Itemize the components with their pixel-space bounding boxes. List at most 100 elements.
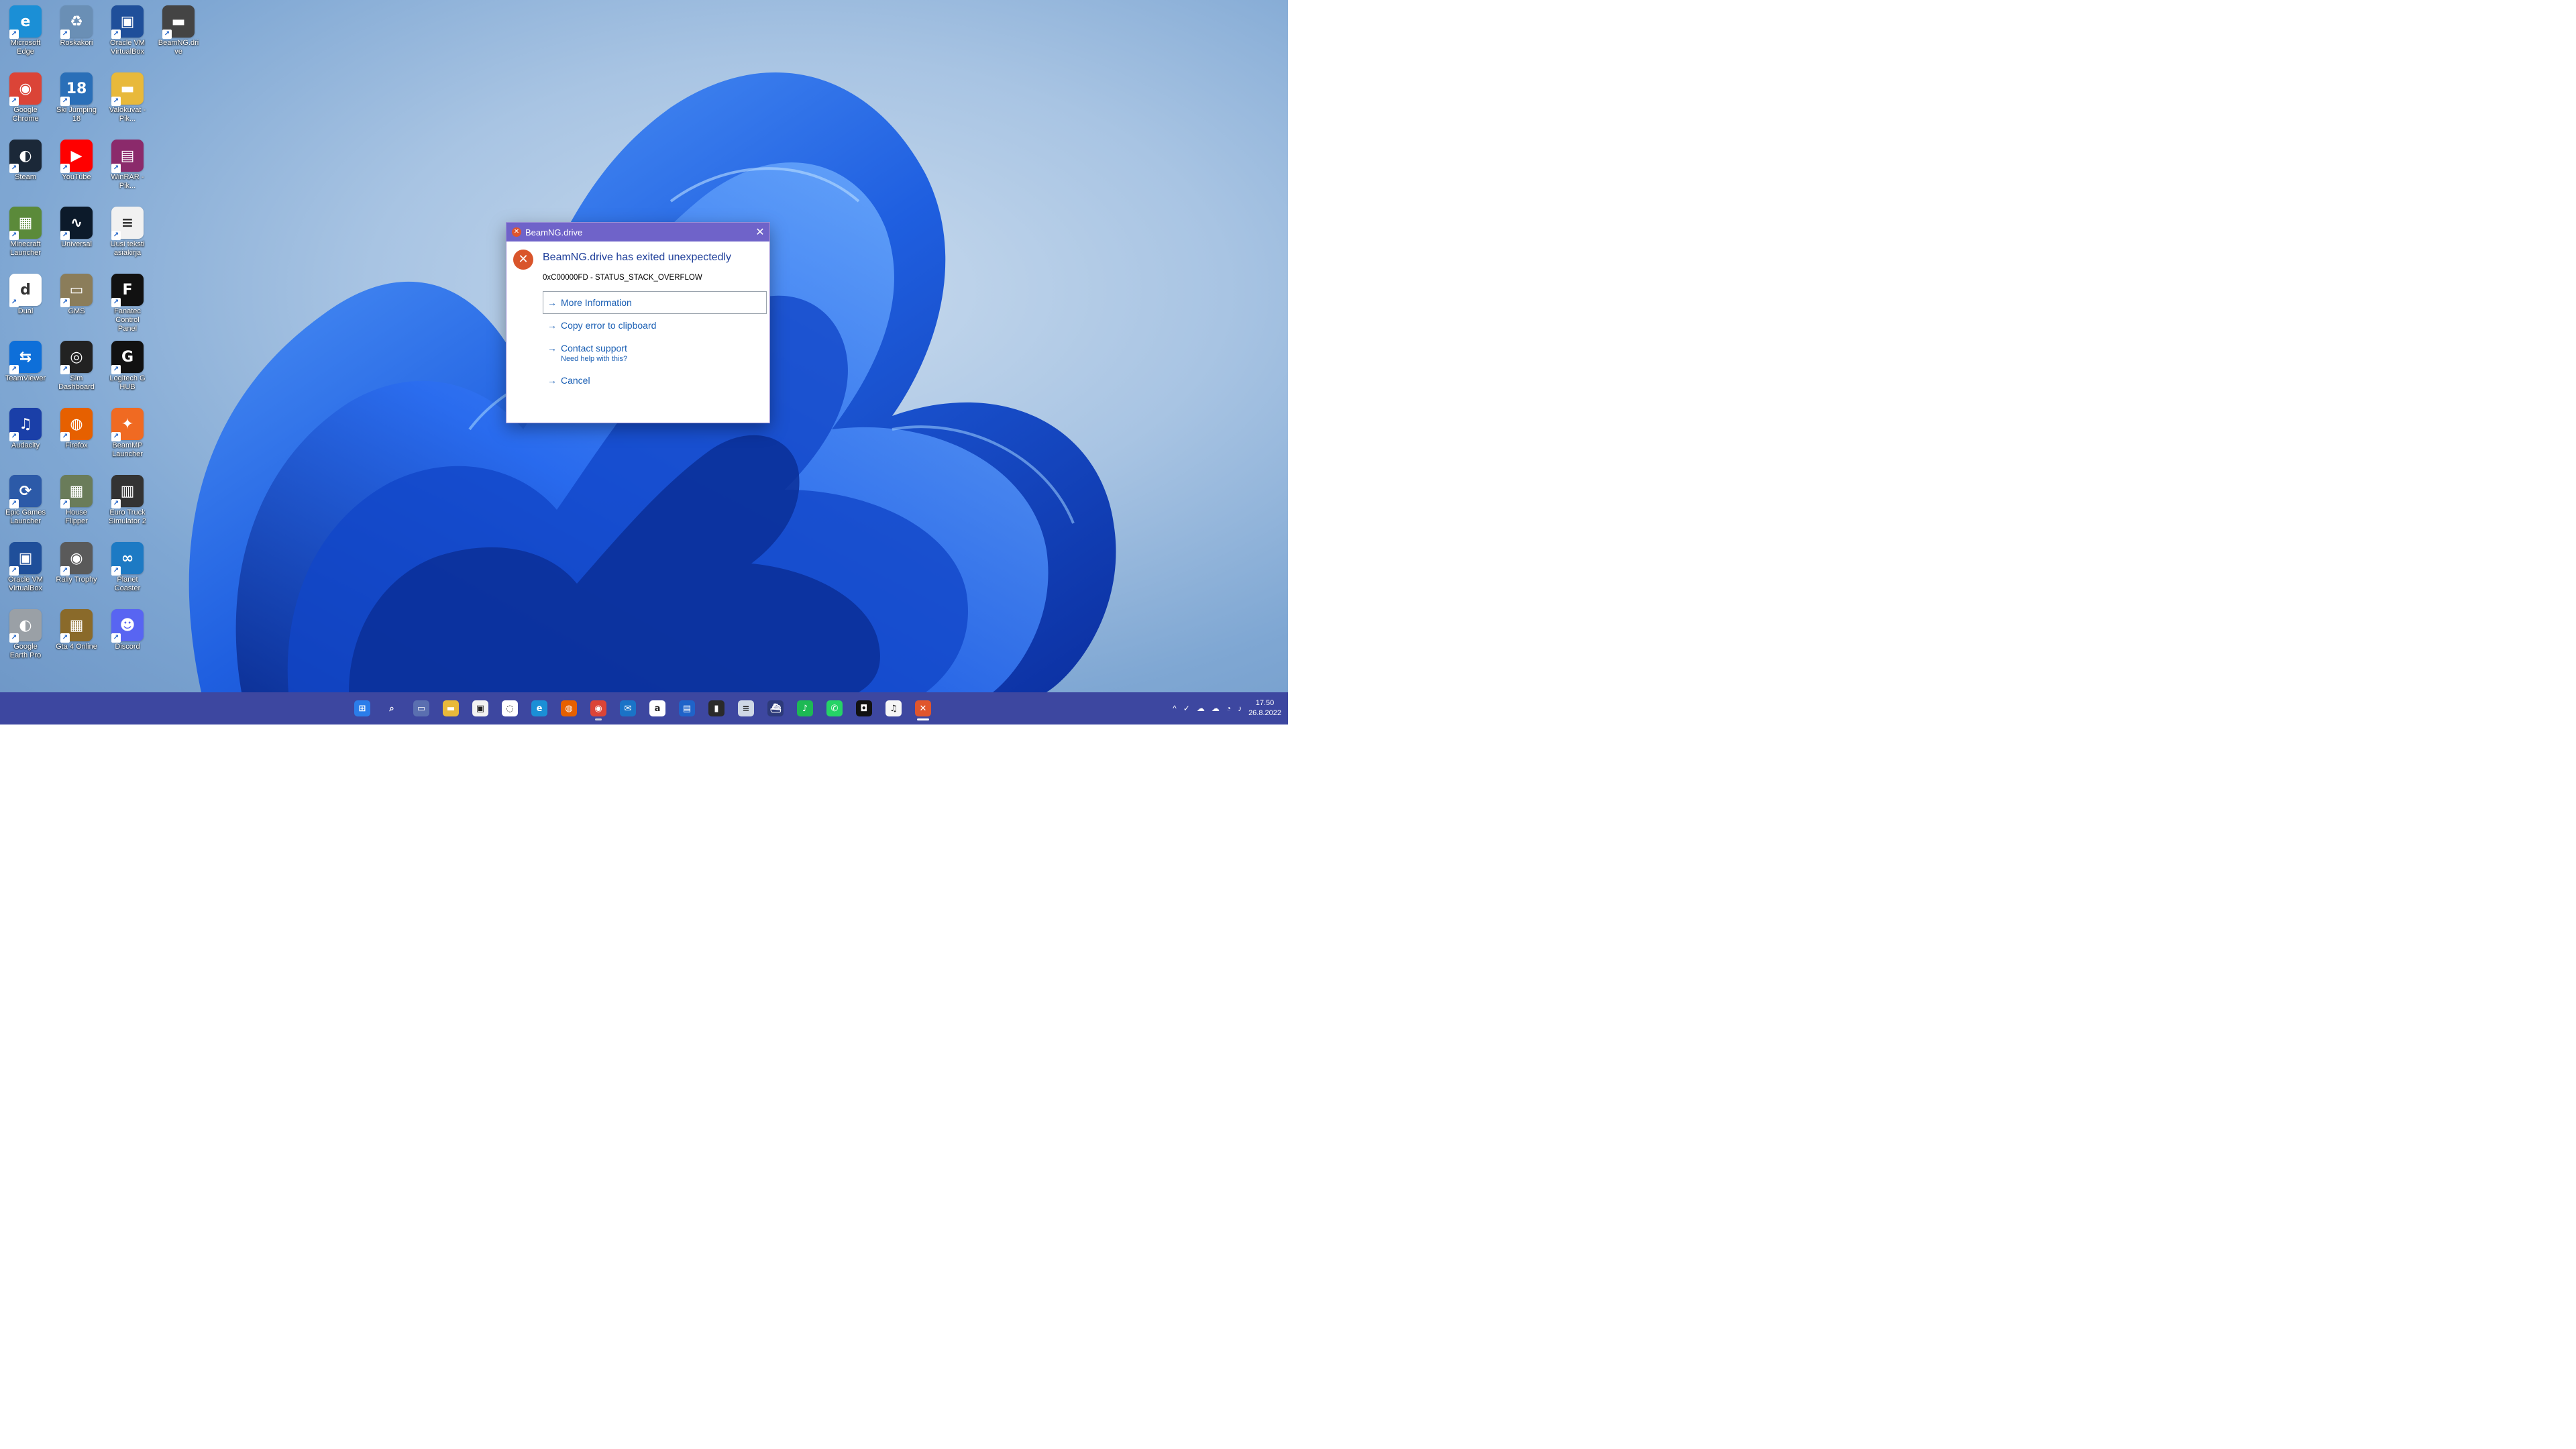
desktop-icon[interactable]: ⇆ ↗ TeamViewer: [3, 338, 48, 402]
shortcut-arrow-icon: ↗: [111, 231, 121, 240]
desktop-icon[interactable]: ♫ ↗ Audacity: [3, 405, 48, 470]
desktop-icon[interactable]: ✦ ↗ BeamMP Launcher: [105, 405, 150, 470]
desktop-icon[interactable]: ▦ ↗ Gta 4 Online: [54, 606, 99, 671]
search-icon: ⌕: [389, 703, 394, 714]
desktop-icon[interactable]: ▬ ↗ BeamNG.drive: [156, 3, 201, 67]
desktop-icon-label: Gta 4 Online: [56, 643, 97, 651]
desktop-icon[interactable]: ∞ ↗ Planet Coaster: [105, 539, 150, 604]
desktop-icon[interactable]: d ↗ Dual: [3, 271, 48, 335]
firefox-button[interactable]: ◍: [557, 696, 581, 720]
start-button[interactable]: ⊞: [350, 696, 374, 720]
truck-game-icon: ▭ ↗: [60, 274, 93, 307]
desktop-icon-label: Ski Jumping 18: [56, 106, 97, 123]
desktop-icon-label: BeamNG.drive: [158, 39, 199, 56]
desktop-icon[interactable]: ◐ ↗ Google Earth Pro: [3, 606, 48, 671]
whatsapp-button[interactable]: ✆: [822, 696, 847, 720]
beamng-taskbar-button[interactable]: ✕: [911, 696, 935, 720]
desktop-icon[interactable]: ▬ ↗ Valokuvat - Pik...: [105, 70, 150, 134]
desktop-icon[interactable]: ▣ ↗ Oracle VM VirtualBox: [105, 3, 150, 67]
desktop-icon[interactable]: ∿ ↗ Universal: [54, 204, 99, 268]
tray-app-icon[interactable]: ✓: [1183, 704, 1190, 713]
camera-app-button[interactable]: ◘: [852, 696, 876, 720]
minecraft-icon: ▦ ↗: [9, 207, 42, 240]
desktop-icon[interactable]: 18 ↗ Ski Jumping 18: [54, 70, 99, 134]
spotify-button[interactable]: ♪: [793, 696, 817, 720]
shortcut-arrow-icon: ↗: [60, 231, 70, 240]
taskbar-app-icon: ▮: [708, 700, 724, 716]
desktop-icon[interactable]: ◉ ↗ Rally Trophy: [54, 539, 99, 604]
desktop-icon[interactable]: ▤ ↗ WinRAR - Pik...: [105, 137, 150, 201]
store-button[interactable]: ▣: [468, 696, 492, 720]
itunes-button[interactable]: ♫: [881, 696, 906, 720]
desktop-icon[interactable]: ◎ ↗ Sim Dashboard: [54, 338, 99, 402]
desktop-icon[interactable]: ☻ ↗ Discord: [105, 606, 150, 671]
cancel-button[interactable]: → Cancel: [543, 369, 767, 392]
contact-support-button[interactable]: → Contact support Need help with this?: [543, 337, 767, 369]
desktop-icon-label: Minecraft Launcher: [10, 240, 41, 257]
shortcut-arrow-icon: ↗: [111, 432, 121, 441]
store-icon: ▣: [472, 700, 488, 716]
desktop-icon[interactable]: ▭ ↗ GMS: [54, 271, 99, 335]
beamng-taskbar-icon: ✕: [915, 700, 931, 716]
cloud-icon[interactable]: ☁: [1212, 704, 1220, 713]
desktop-icon-label: Epic Games Launcher: [5, 508, 46, 525]
desktop-icon-label: Discord: [115, 643, 140, 651]
chat-button[interactable]: ◌: [498, 696, 522, 720]
shortcut-arrow-icon: ↗: [9, 499, 19, 508]
firefox-icon: ◍ ↗: [60, 408, 93, 441]
desktop-icon[interactable]: ▦ ↗ House Flipper: [54, 472, 99, 537]
chrome-icon: ◉: [590, 700, 606, 716]
file-explorer-button[interactable]: ▬: [439, 696, 463, 720]
taskbar-app-button[interactable]: ▮: [704, 696, 729, 720]
shortcut-arrow-icon: ↗: [9, 365, 19, 374]
planet-coaster-icon: ∞ ↗: [111, 542, 144, 576]
dialog-titlebar[interactable]: ✕ BeamNG.drive ✕: [506, 223, 769, 241]
desktop-icon[interactable]: ▥ ↗ Euro Truck Simulator 2: [105, 472, 150, 537]
wifi-icon[interactable]: ◔: [1226, 704, 1231, 713]
show-hidden-icons-icon[interactable]: ^: [1173, 704, 1177, 713]
ship-app-button[interactable]: ⛴: [763, 696, 788, 720]
desktop-icon[interactable]: G ↗ Logitech G HUB: [105, 338, 150, 402]
copy-error-button[interactable]: → Copy error to clipboard: [543, 314, 767, 337]
desktop-icon-label: Microsoft Edge: [10, 39, 41, 56]
desktop-icon[interactable]: e ↗ Microsoft Edge: [3, 3, 48, 67]
amazon-button[interactable]: a: [645, 696, 669, 720]
desktop-icon[interactable]: F ↗ Fanatec Control Panel: [105, 271, 150, 335]
desktop-icon[interactable]: ♻ ↗ Roskakori: [54, 3, 99, 67]
edge-button[interactable]: e: [527, 696, 551, 720]
notepad-button[interactable]: ≡: [734, 696, 758, 720]
desktop-icon[interactable]: ▦ ↗ Minecraft Launcher: [3, 204, 48, 268]
desktop-icon-label: Valokuvat - Pik...: [109, 106, 146, 123]
desktop-icon[interactable]: ◐ ↗ Steam: [3, 137, 48, 201]
desktop-icon[interactable]: ≡ ↗ Uusi teksti asiakirja: [105, 204, 150, 268]
shortcut-arrow-icon: ↗: [60, 97, 70, 106]
mail-icon: ✉: [620, 700, 636, 716]
outlook-button[interactable]: ▤: [675, 696, 699, 720]
desktop-icon[interactable]: ◉ ↗ Google Chrome: [3, 70, 48, 134]
dialog-options: → More Information → Copy error to clipboa…: [543, 291, 767, 392]
desktop-icon[interactable]: ▶ ↗ YouTube: [54, 137, 99, 201]
chat-icon: ◌: [502, 700, 518, 716]
volume-icon[interactable]: ♪: [1238, 704, 1242, 713]
desktop-icon[interactable]: ▣ ↗ Oracle VM VirtualBox: [3, 539, 48, 604]
mail-button[interactable]: ✉: [616, 696, 640, 720]
arrow-right-icon: →: [547, 297, 557, 308]
task-view-icon: ▭: [413, 700, 429, 716]
task-view-button[interactable]: ▭: [409, 696, 433, 720]
desktop-icon-label: BeamMP Launcher: [112, 441, 143, 458]
shortcut-arrow-icon: ↗: [111, 499, 121, 508]
desktop-screen: e ↗ Microsoft Edge ♻ ↗ Roskakori ▣ ↗ Oracle VM V…: [0, 0, 1288, 724]
search-button[interactable]: ⌕: [380, 696, 404, 720]
onedrive-icon[interactable]: ☁: [1197, 704, 1205, 713]
desktop-icon[interactable]: ⟳ ↗ Epic Games Launcher: [3, 472, 48, 537]
ets2-icon: ▥ ↗: [111, 475, 144, 508]
folder-icon: ▬ ↗: [111, 72, 144, 106]
shortcut-arrow-icon: ↗: [111, 30, 121, 39]
desktop-icon[interactable]: ◍ ↗ Firefox: [54, 405, 99, 470]
error-icon: ✕: [513, 250, 533, 270]
clock[interactable]: 17.50 26.8.2022: [1248, 698, 1281, 718]
chrome-button[interactable]: ◉: [586, 696, 610, 720]
more-information-button[interactable]: → More Information: [543, 291, 767, 314]
dialog-title: BeamNG.drive: [525, 227, 583, 237]
close-icon[interactable]: ✕: [751, 223, 769, 241]
